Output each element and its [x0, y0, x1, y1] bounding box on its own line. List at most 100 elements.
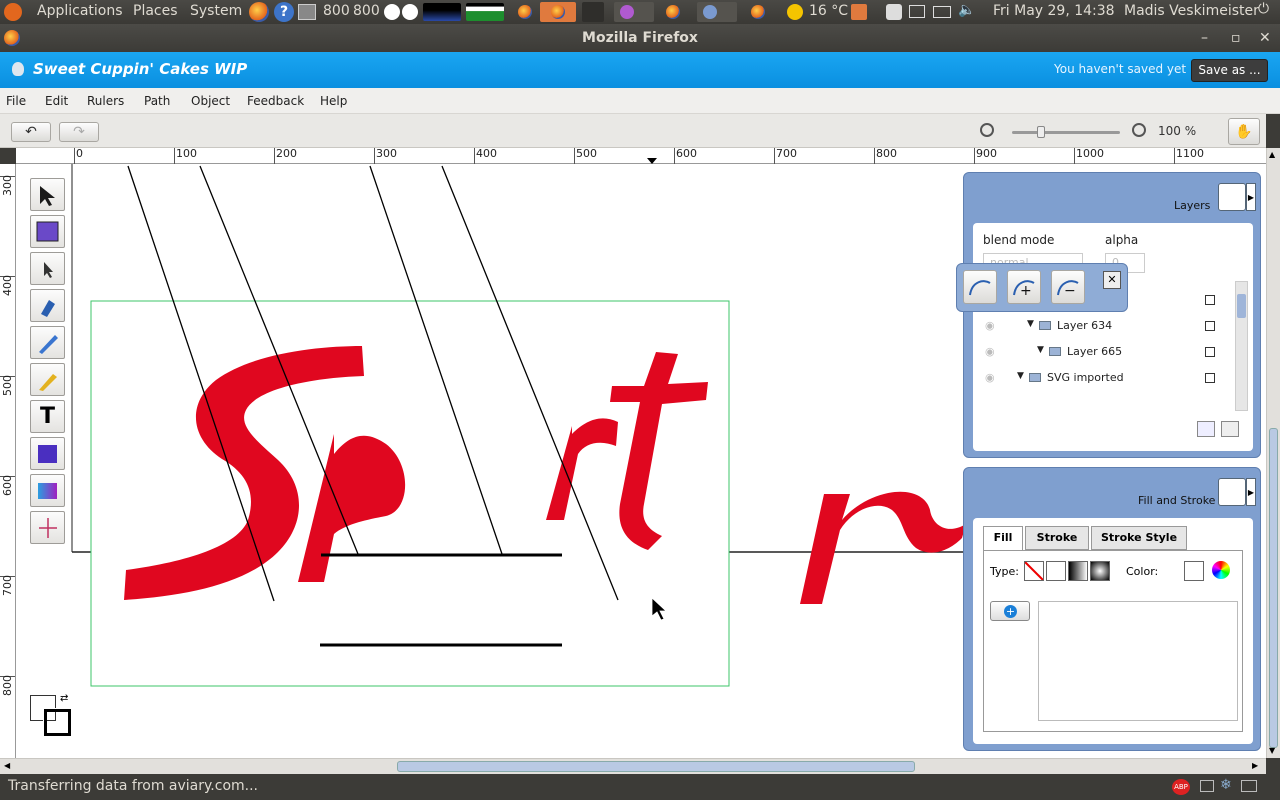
zoom-out-icon[interactable]: [980, 123, 994, 137]
fill-panel-menu-icon[interactable]: ▶: [1246, 478, 1256, 506]
layer-expand-icon[interactable]: ▼: [1037, 345, 1044, 355]
fill-solid-swatch[interactable]: [1046, 561, 1066, 581]
snowflake-icon[interactable]: ❄: [1220, 777, 1232, 793]
layer-checkbox[interactable]: [1205, 295, 1215, 305]
undo-button[interactable]: ↶: [11, 122, 51, 142]
clock[interactable]: Fri May 29, 14:38: [993, 3, 1115, 19]
layer-visibility-icon[interactable]: ◉: [985, 345, 995, 358]
crop-tool-icon[interactable]: [30, 511, 65, 544]
maximize-icon[interactable]: ▫: [1231, 24, 1241, 52]
layer-row[interactable]: ◉ ▼ Layer 665: [983, 343, 1231, 363]
fill-panel-icon[interactable]: [1218, 478, 1246, 506]
layer-checkbox[interactable]: [1205, 347, 1215, 357]
menu-file[interactable]: File: [6, 94, 26, 108]
page-icon[interactable]: [1200, 780, 1214, 792]
pen-tool-icon[interactable]: [30, 289, 65, 322]
layers-panel-menu-icon[interactable]: ▶: [1246, 183, 1256, 211]
task-firefox-active[interactable]: [540, 2, 576, 22]
layer-visibility-icon[interactable]: ◉: [985, 371, 995, 384]
transform-tool-icon[interactable]: [30, 215, 65, 248]
zoom-in-icon[interactable]: [1132, 123, 1146, 137]
firefox-launcher-icon[interactable]: [249, 2, 269, 22]
fill-color-box[interactable]: [1184, 561, 1204, 581]
vertical-scrollbar[interactable]: ▲ ▼: [1266, 148, 1280, 758]
applications-menu[interactable]: Applications: [37, 3, 123, 19]
delete-layer-icon[interactable]: [1221, 421, 1239, 437]
pencil-tool-icon[interactable]: [30, 326, 65, 359]
menu-edit[interactable]: Edit: [45, 94, 68, 108]
menu-path[interactable]: Path: [144, 94, 170, 108]
gradient-tool-icon[interactable]: [30, 474, 65, 507]
weather-sun-icon[interactable]: [787, 4, 803, 20]
menu-object[interactable]: Object: [191, 94, 230, 108]
vertical-scroll-thumb[interactable]: [1269, 428, 1278, 748]
layer-expand-icon[interactable]: ▼: [1027, 319, 1034, 329]
new-layer-icon[interactable]: [1197, 421, 1215, 437]
layer-list-scrollbar[interactable]: [1235, 281, 1248, 411]
task-terminal[interactable]: [582, 2, 604, 22]
horizontal-scrollbar[interactable]: ◀ ▶: [0, 758, 1266, 774]
stroke-color-swatch[interactable]: [43, 708, 72, 737]
document-title[interactable]: Sweet Cuppin' Cakes WIP: [33, 60, 247, 78]
text-tool-icon[interactable]: T: [30, 400, 65, 433]
redo-button[interactable]: ↷: [59, 122, 99, 142]
power-icon[interactable]: ⏻: [1258, 1, 1269, 17]
select-tool-icon[interactable]: [30, 178, 65, 211]
direct-select-tool-icon[interactable]: [30, 252, 65, 285]
hand-tool-icon[interactable]: ✋: [1228, 118, 1260, 145]
menu-feedback[interactable]: Feedback: [247, 94, 304, 108]
horizontal-scroll-thumb[interactable]: [397, 761, 915, 772]
fill-none-swatch[interactable]: [1024, 561, 1044, 581]
scroll-down-icon[interactable]: ▼: [1269, 746, 1275, 755]
places-menu[interactable]: Places: [133, 3, 178, 19]
layer-visibility-icon[interactable]: ◉: [985, 319, 995, 332]
tab-stroke-style[interactable]: Stroke Style: [1091, 526, 1187, 550]
fill-radial-gradient-swatch[interactable]: [1090, 561, 1110, 581]
mail-icon[interactable]: [933, 6, 951, 18]
task-firefox-2[interactable]: [660, 2, 690, 22]
layer-scroll-thumb[interactable]: [1237, 294, 1246, 318]
layer-checkbox[interactable]: [1205, 373, 1215, 383]
remove-anchor-icon[interactable]: −: [1051, 270, 1085, 304]
layer-row[interactable]: ◉ ▼ SVG imported: [983, 369, 1231, 389]
tab-stroke[interactable]: Stroke: [1025, 526, 1089, 550]
notes-icon[interactable]: [851, 4, 867, 20]
add-anchor-icon[interactable]: +: [1007, 270, 1041, 304]
layer-row[interactable]: ◉ ▼ Layer 634: [983, 317, 1231, 337]
windows-icon[interactable]: [909, 5, 925, 18]
zoom-slider-thumb[interactable]: [1037, 126, 1045, 138]
layer-expand-icon[interactable]: ▼: [1017, 371, 1024, 381]
save-as-button[interactable]: Save as ...: [1191, 59, 1268, 82]
ubuntu-logo-icon[interactable]: [4, 3, 22, 21]
add-swatch-button[interactable]: +: [990, 601, 1030, 621]
color-wheel-icon[interactable]: [1212, 561, 1230, 579]
tab-fill[interactable]: Fill: [983, 526, 1023, 550]
messenger-icon[interactable]: [886, 4, 902, 20]
menu-rulers[interactable]: Rulers: [87, 94, 124, 108]
layer-checkbox[interactable]: [1205, 321, 1215, 331]
adblock-icon[interactable]: ABP: [1172, 779, 1190, 795]
close-popup-icon[interactable]: ✕: [1103, 271, 1121, 289]
swap-colors-icon[interactable]: ⇄: [60, 693, 68, 704]
scroll-up-icon[interactable]: ▲: [1269, 150, 1275, 159]
zoom-slider[interactable]: [1012, 126, 1120, 138]
user-name[interactable]: Madis Veskimeister: [1124, 3, 1259, 19]
path-curve-icon[interactable]: [963, 270, 997, 304]
minimize-icon[interactable]: –: [1201, 24, 1208, 52]
volume-icon[interactable]: 🔈: [958, 2, 975, 18]
system-menu[interactable]: System: [190, 3, 242, 19]
fill-linear-gradient-swatch[interactable]: [1068, 561, 1088, 581]
task-game[interactable]: [614, 2, 654, 22]
brush-tool-icon[interactable]: [30, 363, 65, 396]
task-window[interactable]: [697, 2, 737, 22]
mail-notifier-icon[interactable]: [1241, 780, 1257, 792]
task-firefox-1[interactable]: [512, 2, 534, 22]
menu-help[interactable]: Help: [320, 94, 347, 108]
help-icon[interactable]: ?: [274, 2, 294, 22]
task-firefox-3[interactable]: [745, 2, 775, 22]
rectangle-tool-icon[interactable]: [30, 437, 65, 470]
layers-panel-icon[interactable]: [1218, 183, 1246, 211]
swatch-area[interactable]: [1038, 601, 1238, 721]
scroll-left-icon[interactable]: ◀: [4, 761, 10, 770]
close-window-icon[interactable]: ✕: [1259, 24, 1271, 52]
